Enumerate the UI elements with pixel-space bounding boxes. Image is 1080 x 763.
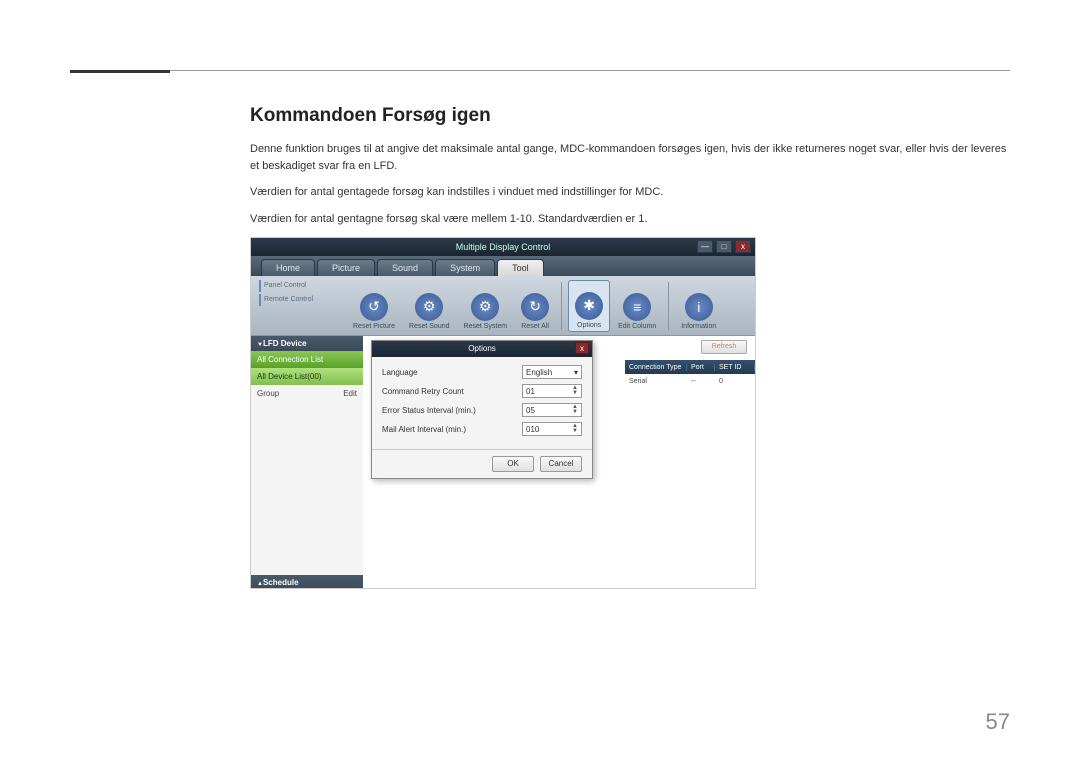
tool-reset-system[interactable]: ⚙ Reset System [458,280,514,332]
page-number: 57 [986,709,1010,735]
toolbar-side-labels: Panel Control Remote Control [259,280,339,308]
reset-all-icon: ↻ [521,293,549,321]
tool-reset-all[interactable]: ↻ Reset All [515,280,555,332]
dialog-close-button[interactable]: x [575,342,589,354]
tab-system[interactable]: System [435,259,495,276]
information-icon: i [685,293,713,321]
toolbar-separator-1 [561,282,562,330]
options-dialog: Options x Language English ▾ Command Ret… [371,340,593,479]
top-rule [70,70,1010,71]
edit-link[interactable]: Edit [343,389,357,571]
tool-options[interactable]: ✱ Options [568,280,610,332]
cell-set-id: 0 [715,378,755,385]
dialog-title: Options [468,344,496,353]
device-table-header: Connection Type Port SET ID [625,360,755,374]
retry-count-spinner[interactable]: 01 ▲▼ [522,384,582,398]
sidebar-header-lfd[interactable]: LFD Device [251,336,363,351]
col-port: Port [687,364,715,371]
reset-system-icon: ⚙ [471,293,499,321]
app-titlebar: Multiple Display Control — □ x [251,238,755,256]
dialog-buttons: OK Cancel [372,449,592,478]
cancel-button[interactable]: Cancel [540,456,582,472]
tab-home[interactable]: Home [261,259,315,276]
sidebar-all-device[interactable]: All Device List(00) [251,368,363,385]
tab-bar: Home Picture Sound System Tool [251,256,755,276]
tab-picture[interactable]: Picture [317,259,375,276]
tool-edit-column[interactable]: ≡ Edit Column [612,280,662,332]
option-label-retry: Command Retry Count [382,387,464,396]
top-rule-accent [70,70,170,73]
reset-sound-icon: ⚙ [415,293,443,321]
spinner-arrows-icon: ▲▼ [572,405,578,415]
dropdown-arrow-icon: ▾ [574,368,578,377]
refresh-button[interactable]: Refresh [701,340,747,354]
section-title: Kommandoen Forsøg igen [250,105,1010,127]
error-interval-spinner[interactable]: 05 ▲▼ [522,403,582,417]
content-column: Kommandoen Forsøg igen Denne funktion br… [250,105,1010,589]
option-row-language: Language English ▾ [382,365,582,379]
dialog-titlebar: Options x [372,341,592,357]
sidebar: LFD Device All Connection List All Devic… [251,336,363,589]
col-set-id: SET ID [715,364,755,371]
paragraph-2: Værdien for antal gentagede forsøg kan i… [250,184,1010,201]
sidebar-footer-schedule[interactable]: Schedule [251,575,363,589]
group-label: Group [257,389,279,571]
sidebar-all-connection[interactable]: All Connection List [251,351,363,368]
panel-control-label: Panel Control [259,280,339,292]
option-row-error-interval: Error Status Interval (min.) 05 ▲▼ [382,403,582,417]
spinner-arrows-icon: ▲▼ [572,424,578,434]
dialog-body: Language English ▾ Command Retry Count 0… [372,357,592,449]
tab-tool[interactable]: Tool [497,259,544,276]
options-icon: ✱ [575,292,603,320]
reset-picture-icon: ↺ [360,293,388,321]
col-connection-type: Connection Type [625,364,687,371]
ok-button[interactable]: OK [492,456,534,472]
remote-control-label: Remote Control [259,294,339,306]
tab-sound[interactable]: Sound [377,259,433,276]
spinner-arrows-icon: ▲▼ [572,386,578,396]
tool-reset-picture[interactable]: ↺ Reset Picture [347,280,401,332]
minimize-button[interactable]: — [697,240,713,253]
language-dropdown[interactable]: English ▾ [522,365,582,379]
option-label-language: Language [382,368,418,377]
paragraph-3: Værdien for antal gentagne forsøg skal v… [250,211,1010,228]
option-label-error-interval: Error Status Interval (min.) [382,406,476,415]
toolbar: Panel Control Remote Control ↺ Reset Pic… [251,276,755,336]
cell-connection-type: Serial [625,378,687,385]
tool-reset-sound[interactable]: ⚙ Reset Sound [403,280,455,332]
edit-column-icon: ≡ [623,293,651,321]
sidebar-group-row: Group Edit [251,385,363,575]
tool-information[interactable]: i Information [675,280,722,332]
toolbar-separator-2 [668,282,669,330]
mail-interval-spinner[interactable]: 010 ▲▼ [522,422,582,436]
close-button[interactable]: x [735,240,751,253]
paragraph-1: Denne funktion bruges til at angive det … [250,141,1010,174]
cell-port: -- [687,378,715,385]
app-title: Multiple Display Control [456,242,551,252]
app-screenshot: Multiple Display Control — □ x Home Pict… [250,237,756,589]
option-row-mail-interval: Mail Alert Interval (min.) 010 ▲▼ [382,422,582,436]
window-controls: — □ x [697,240,751,253]
option-row-retry: Command Retry Count 01 ▲▼ [382,384,582,398]
option-label-mail-interval: Mail Alert Interval (min.) [382,425,466,434]
device-table-row[interactable]: Serial -- 0 [625,374,755,388]
maximize-button[interactable]: □ [716,240,732,253]
